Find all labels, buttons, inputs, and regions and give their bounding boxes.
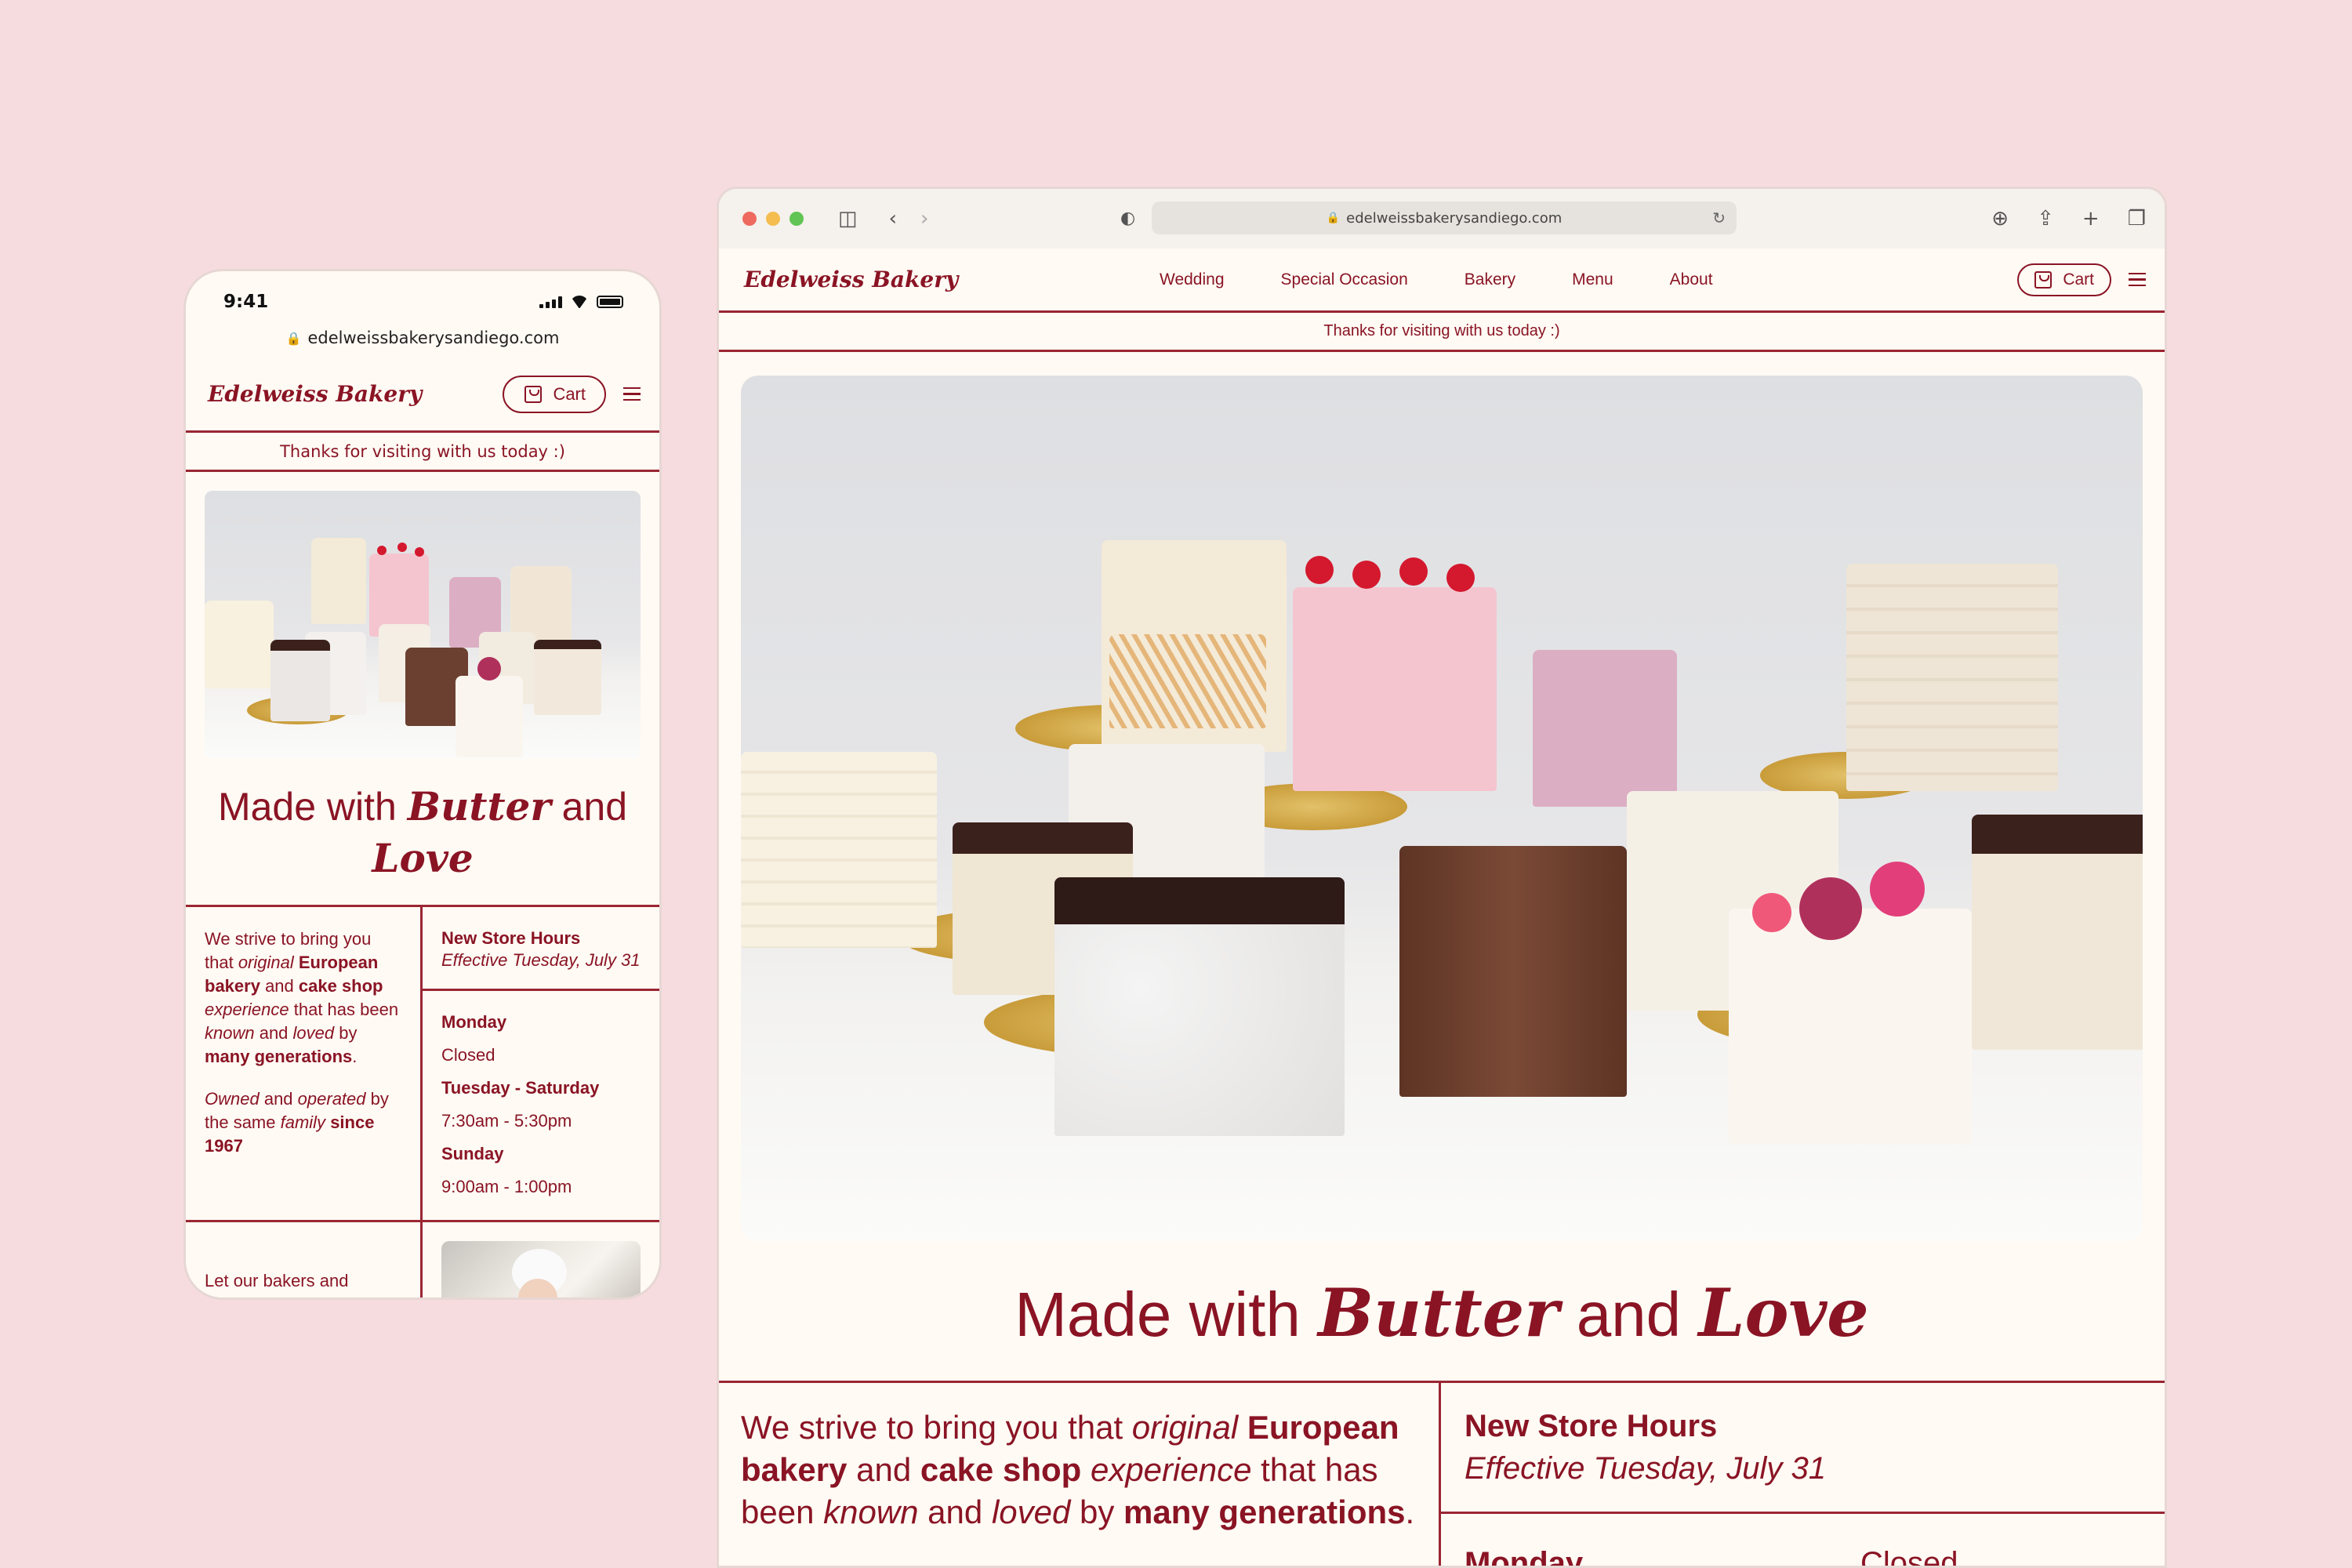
cart-bag-icon xyxy=(2034,270,2053,289)
menu-icon[interactable] xyxy=(623,387,641,401)
hero-headline: Made with Butter and Love xyxy=(719,1241,2165,1383)
nav-wedding[interactable]: Wedding xyxy=(1160,270,1225,289)
zoom-window-button[interactable] xyxy=(789,212,804,226)
address-text: edelweissbakerysandiego.com xyxy=(1346,209,1563,227)
mobile-hours-list: Monday Closed Tuesday - Saturday 7:30am - … xyxy=(441,1012,600,1196)
mobile-cart-button[interactable]: Cart xyxy=(503,375,606,413)
mobile-bakers-text: Let our bakers and decorators create tha… xyxy=(186,1222,423,1298)
hero-image xyxy=(741,376,2143,1241)
browser-toolbar: ◫ ‹ › ◐ 🔒 edelweissbakerysandiego.com ↻ … xyxy=(719,189,2165,249)
mobile-headline: Made with Butter and Love xyxy=(186,759,659,907)
nav-menu[interactable]: Menu xyxy=(1572,270,1613,289)
cart-label: Cart xyxy=(2063,270,2094,289)
nav-bakery[interactable]: Bakery xyxy=(1465,270,1515,289)
mobile-mockup: 9:41 🔒 edelweissbakerysandiego.com Edelw… xyxy=(183,269,662,1300)
mobile-logo[interactable]: Edelweiss Bakery xyxy=(208,381,422,407)
info-grid: We strive to bring you that original Eur… xyxy=(719,1383,2165,1568)
main-nav: Wedding Special Occasion Bakery Menu Abo… xyxy=(1160,270,1713,289)
close-window-button[interactable] xyxy=(742,212,757,226)
nav-about[interactable]: About xyxy=(1670,270,1713,289)
wifi-icon xyxy=(570,296,589,308)
signal-icon xyxy=(539,296,562,308)
new-tab-icon[interactable]: + xyxy=(2082,207,2100,230)
mobile-nav: Edelweiss Bakery Cart xyxy=(186,358,659,433)
share-icon[interactable]: ⇪ xyxy=(2037,207,2054,230)
mobile-info-grid: We strive to bring you that original Eur… xyxy=(186,907,659,1222)
about-text: We strive to bring you that original Eur… xyxy=(719,1383,1441,1566)
battery-icon xyxy=(597,296,623,308)
site-logo[interactable]: Edelweiss Bakery xyxy=(744,267,958,292)
address-bar[interactable]: 🔒 edelweissbakerysandiego.com ↻ xyxy=(1152,201,1737,234)
mobile-url-bar[interactable]: 🔒 edelweissbakerysandiego.com xyxy=(186,318,659,358)
mobile-hero-image xyxy=(205,491,641,759)
phone-status-bar: 9:41 xyxy=(186,271,659,318)
minimize-window-button[interactable] xyxy=(766,212,780,226)
sidebar-icon[interactable]: ◫ xyxy=(838,209,858,229)
mobile-cart-label: Cart xyxy=(553,383,586,404)
desktop-browser-mockup: ◫ ‹ › ◐ 🔒 edelweissbakerysandiego.com ↻ … xyxy=(717,187,2167,1568)
mobile-about-text: We strive to bring you that original Eur… xyxy=(186,907,423,1220)
hours-header: New Store Hours Effective Tuesday, July … xyxy=(1441,1383,2165,1514)
cart-bag-icon xyxy=(524,385,543,403)
site-header: Edelweiss Bakery Wedding Special Occasio… xyxy=(719,249,2165,313)
lock-icon: 🔒 xyxy=(285,330,302,346)
mobile-url-text: edelweissbakerysandiego.com xyxy=(307,328,560,347)
hours-list: Monday Closed xyxy=(1465,1546,1958,1568)
window-controls xyxy=(742,212,804,226)
forward-icon[interactable]: › xyxy=(920,209,928,229)
cart-button[interactable]: Cart xyxy=(2017,263,2111,296)
lock-icon: 🔒 xyxy=(1326,212,1341,224)
mobile-banner: Thanks for visiting with us today :) xyxy=(186,433,659,472)
shield-icon[interactable]: ◐ xyxy=(1120,210,1135,227)
baker-photo xyxy=(441,1241,641,1298)
tabs-icon[interactable]: ❐ xyxy=(2128,207,2146,230)
back-icon[interactable]: ‹ xyxy=(889,209,897,229)
reload-icon[interactable]: ↻ xyxy=(1712,209,1726,227)
download-icon[interactable]: ⊕ xyxy=(1991,207,2009,230)
status-time: 9:41 xyxy=(223,292,269,312)
visit-banner: Thanks for visiting with us today :) xyxy=(719,313,2165,352)
menu-icon[interactable] xyxy=(2129,272,2146,287)
nav-special-occasion[interactable]: Special Occasion xyxy=(1281,270,1408,289)
mobile-hours-header: New Store Hours Effective Tuesday, July … xyxy=(423,907,659,991)
